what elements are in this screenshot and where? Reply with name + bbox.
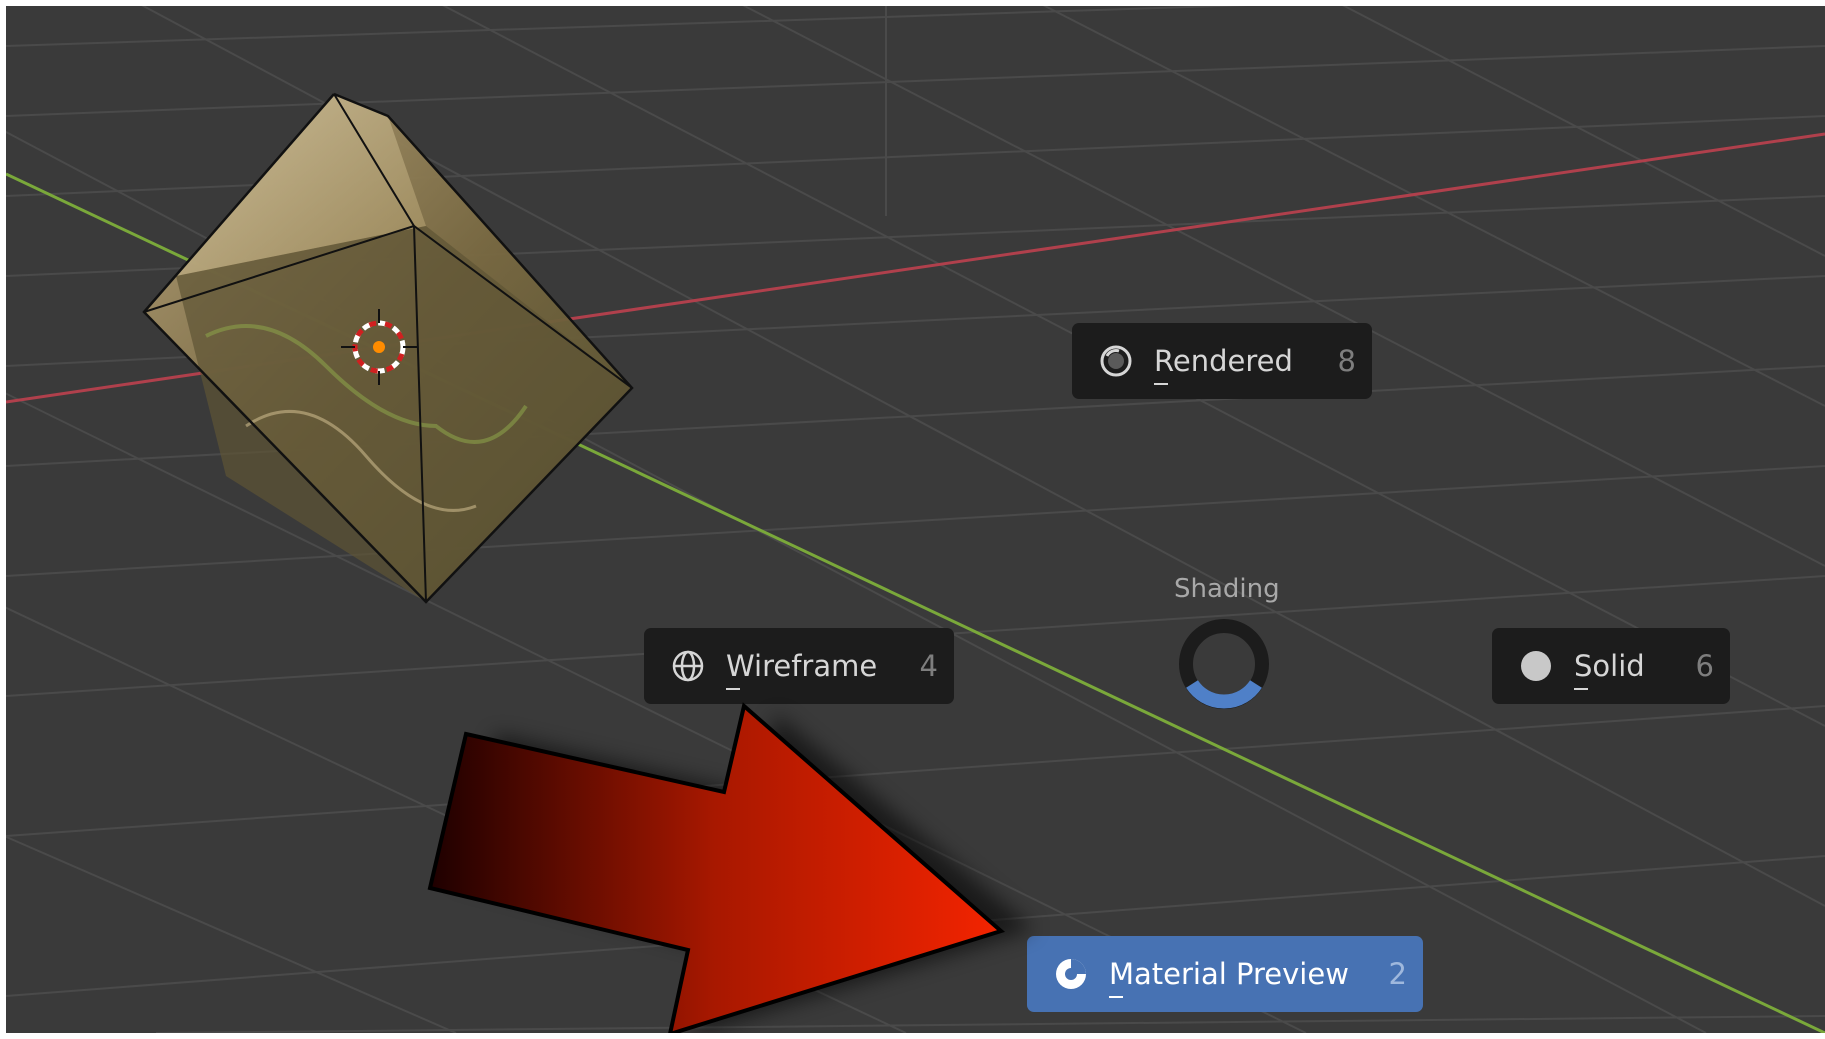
3d-viewport[interactable]: Rendered 8 Wireframe 4 Solid 6 Material … (6, 6, 1825, 1033)
annotation-arrow-icon (427, 702, 1034, 1033)
